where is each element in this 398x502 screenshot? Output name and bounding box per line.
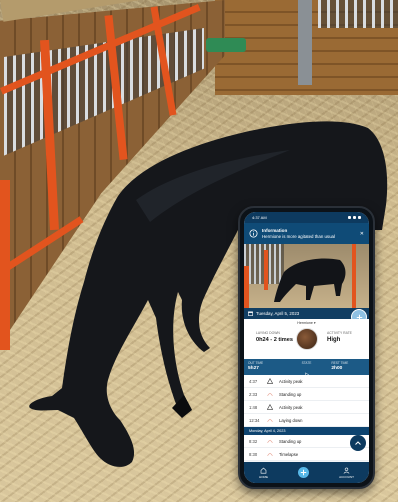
bottom-tab-bar: HOME ACCOUNT bbox=[244, 462, 369, 483]
info-icon bbox=[249, 229, 258, 238]
curve-icon bbox=[267, 417, 279, 423]
event-time: 12:34 bbox=[249, 417, 260, 423]
horse-summary-card: Hermione ▾ LAYING DOWN 0h24 - 2 times AC… bbox=[244, 319, 369, 359]
horse-thumbnail bbox=[274, 258, 346, 302]
event-time: 2:33 bbox=[249, 391, 258, 397]
close-icon[interactable]: ✕ bbox=[360, 231, 364, 237]
laying-down-label: LAYING DOWN bbox=[256, 331, 280, 335]
list-item[interactable]: 1:48 Activity peak bbox=[244, 401, 369, 414]
out-time-label: OUT TIME bbox=[248, 361, 264, 365]
notification-message: Hermione is more agitated than usual bbox=[262, 233, 335, 239]
activity-rate-label: ACTIVITY RATE bbox=[327, 331, 352, 335]
plus-icon bbox=[300, 469, 307, 476]
tab-account[interactable]: ACCOUNT bbox=[339, 467, 354, 479]
app-screen: 4:37 AM Information Hermione is more agi… bbox=[244, 212, 369, 483]
curve-icon bbox=[267, 451, 279, 457]
event-label: Standing up bbox=[279, 391, 302, 397]
warning-triangle-icon bbox=[267, 404, 279, 410]
chevron-up-icon bbox=[355, 441, 361, 445]
event-time: 8:30 bbox=[249, 451, 258, 457]
stats-bar: OUT TIME 5h27 STATE REST TIME 2h00 bbox=[244, 359, 369, 378]
section-header: Monday, April 4, 2023 bbox=[244, 427, 369, 435]
status-icons bbox=[348, 216, 361, 219]
activity-rate-value: High bbox=[327, 337, 341, 343]
event-label: Laying down bbox=[279, 417, 303, 423]
curve-icon bbox=[267, 438, 279, 444]
event-time: 8:32 bbox=[249, 438, 258, 444]
scroll-to-top-button[interactable] bbox=[350, 435, 366, 451]
rest-time-label: REST TIME bbox=[331, 361, 349, 365]
home-icon bbox=[260, 467, 267, 473]
selected-date: Tuesday, April 5, 2023 bbox=[256, 311, 300, 316]
out-time-value: 5h27 bbox=[248, 366, 259, 371]
list-item[interactable]: 12:34 Laying down bbox=[244, 414, 369, 427]
list-item[interactable]: 8:30 Timelapse bbox=[244, 448, 369, 461]
wifi-icon bbox=[353, 216, 356, 219]
notification-banner[interactable]: Information Hermione is more agitated th… bbox=[244, 223, 369, 244]
laying-down-value: 0h24 - 2 times bbox=[256, 337, 293, 343]
stable-photo: 4:37 AM Information Hermione is more agi… bbox=[0, 0, 398, 502]
calendar-icon bbox=[248, 311, 253, 317]
event-time: 4:37 bbox=[249, 378, 258, 384]
signal-icon bbox=[348, 216, 351, 219]
tab-home-label: HOME bbox=[259, 474, 269, 479]
event-label: Standing up bbox=[279, 438, 302, 444]
tab-account-label: ACCOUNT bbox=[339, 474, 354, 479]
event-label: Timelapse bbox=[279, 451, 299, 457]
user-icon bbox=[343, 467, 350, 474]
event-time: 1:48 bbox=[249, 404, 258, 410]
event-label: Activity peak bbox=[279, 404, 303, 410]
horse-name-selector[interactable]: Hermione ▾ bbox=[244, 321, 369, 325]
battery-icon bbox=[358, 216, 361, 219]
warning-triangle-icon bbox=[267, 378, 279, 384]
phone: 4:37 AM Information Hermione is more agi… bbox=[238, 206, 375, 489]
add-button[interactable] bbox=[298, 467, 310, 478]
live-camera-feed[interactable] bbox=[244, 244, 369, 308]
horse-avatar[interactable] bbox=[296, 328, 318, 350]
event-label: Activity peak bbox=[279, 378, 303, 384]
curve-icon bbox=[267, 391, 279, 397]
status-bar: 4:37 AM bbox=[244, 212, 369, 223]
clock: 4:37 AM bbox=[252, 215, 267, 220]
tab-home[interactable]: HOME bbox=[259, 467, 268, 479]
rest-time-value: 2h00 bbox=[331, 366, 343, 371]
list-item[interactable]: 2:33 Standing up bbox=[244, 388, 369, 401]
state-label: STATE bbox=[301, 361, 312, 365]
list-item[interactable]: 4:37 Activity peak bbox=[244, 375, 369, 388]
event-list: 4:37 Activity peak 2:33 Standing up 1:48… bbox=[244, 375, 369, 461]
